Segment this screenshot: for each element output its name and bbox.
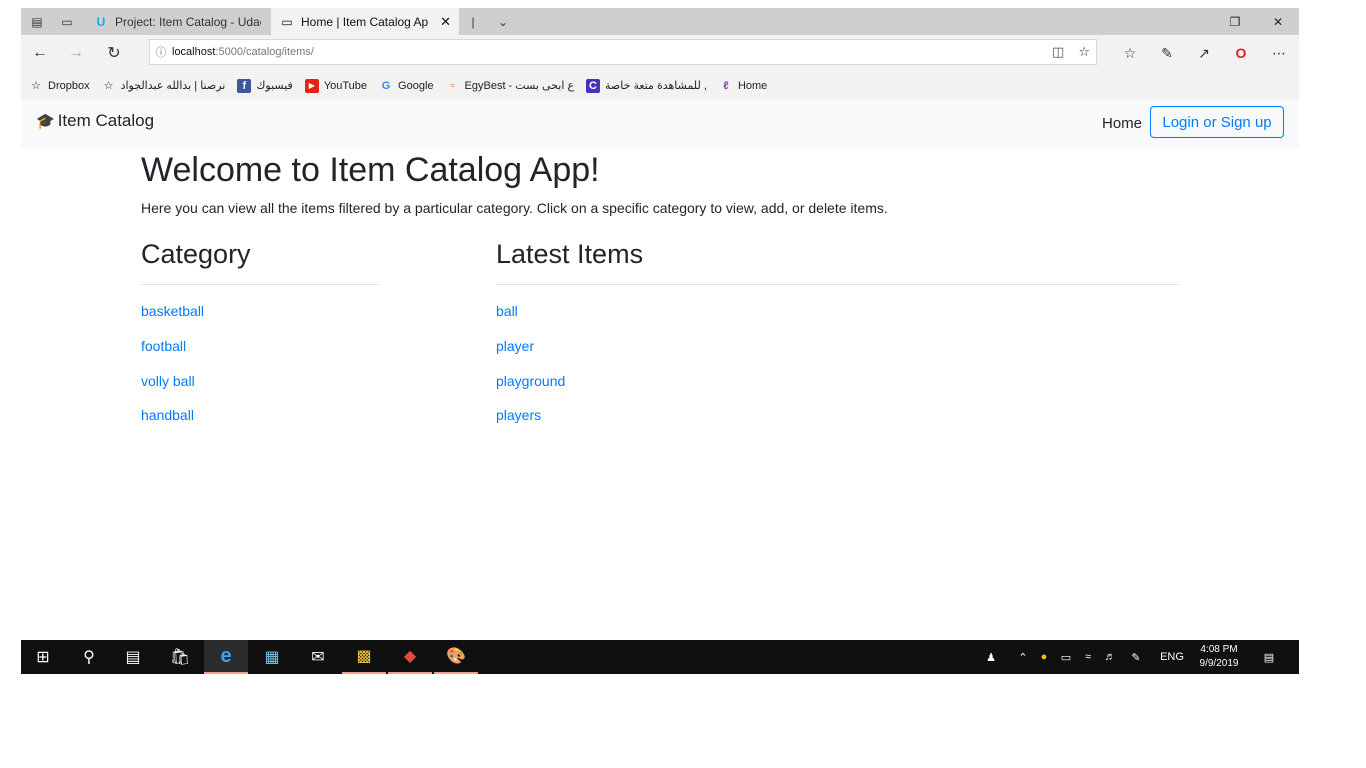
- volume-icon[interactable]: ♬: [1101, 640, 1119, 674]
- search-icon[interactable]: ⚲: [67, 640, 111, 674]
- google-icon: G: [381, 79, 391, 92]
- back-button[interactable]: ←: [25, 40, 55, 66]
- favorite-c[interactable]: C للمشاهدة متعة خاصة ,: [586, 78, 707, 93]
- category-link-handball[interactable]: handball: [141, 407, 194, 423]
- favorite-egybest[interactable]: ≈ EgyBest - ع ابحى بست: [446, 79, 575, 93]
- refresh-button[interactable]: ↻: [99, 40, 129, 66]
- wifi-icon[interactable]: ≈: [1079, 640, 1097, 674]
- info-icon[interactable]: ⓘ: [150, 44, 172, 60]
- page-icon: ▭: [281, 14, 293, 29]
- people-icon[interactable]: ♟: [979, 640, 1003, 674]
- facebook-icon: f: [237, 78, 252, 93]
- close-window-icon[interactable]: ✕: [1257, 8, 1299, 35]
- category-heading: Category: [141, 239, 251, 269]
- close-tab-icon[interactable]: ✕: [440, 14, 451, 30]
- new-tab-icon[interactable]: |: [461, 8, 485, 35]
- battery-icon[interactable]: ▭: [1057, 640, 1075, 674]
- pen-icon[interactable]: ✎: [1125, 640, 1147, 674]
- security-icon[interactable]: ●: [1035, 640, 1053, 674]
- favorite-label: Home: [737, 79, 768, 92]
- url-host: localhost: [172, 46, 216, 58]
- edge-icon[interactable]: e: [204, 640, 248, 674]
- item-link-players[interactable]: players: [496, 407, 541, 423]
- tab-title: Project: Item Catalog - Udac: [115, 14, 261, 29]
- latest-items-heading: Latest Items: [496, 239, 644, 269]
- home-bookmark-icon: ℓ: [723, 79, 729, 92]
- item-link-ball[interactable]: ball: [496, 303, 518, 319]
- share-icon[interactable]: ↗: [1190, 41, 1218, 65]
- tab-list-chevron-icon[interactable]: ⌄: [491, 8, 515, 35]
- opera-extension-icon[interactable]: O: [1227, 41, 1255, 65]
- tab-title: Home | Item Catalog Ap: [301, 14, 429, 29]
- clock-date: 9/9/2019: [1199, 658, 1239, 669]
- web-note-icon[interactable]: ✎: [1153, 41, 1181, 65]
- favorites-bar: ☆ Dropbox ☆ نرصنا | بدالله عبدالجواد f ف…: [21, 72, 1299, 99]
- file-explorer-icon[interactable]: ▩: [342, 640, 386, 674]
- outlook-icon[interactable]: ▦: [250, 640, 294, 674]
- set-aside-tabs-icon[interactable]: ▭: [55, 8, 79, 35]
- favorite-google[interactable]: G Google: [379, 79, 434, 93]
- brand-link[interactable]: 🎓 Item Catalog: [36, 111, 154, 131]
- reading-view-icon[interactable]: ◫: [1052, 44, 1064, 60]
- paint-icon[interactable]: 🎨: [434, 640, 478, 674]
- favorite-label: نرصنا | بدالله عبدالجواد: [120, 80, 226, 92]
- latest-items-divider: [496, 284, 1179, 285]
- action-center-icon[interactable]: ▤: [1257, 640, 1281, 674]
- language-indicator[interactable]: ENG: [1155, 640, 1189, 674]
- favorite-label: EgyBest - ع ابحى بست: [464, 80, 575, 92]
- favorites-hub-icon[interactable]: ☆: [1116, 41, 1144, 65]
- address-bar: ← → ↻ ⓘ localhost:5000/catalog/items/ ◫ …: [21, 35, 1299, 72]
- system-clock[interactable]: 4:08 PM 9/9/2019: [1193, 643, 1245, 671]
- item-link-playground[interactable]: playground: [496, 373, 565, 389]
- favorite-label: Google: [398, 79, 434, 92]
- graduation-cap-icon: 🎓: [36, 113, 55, 130]
- category-link-basketball[interactable]: basketball: [141, 303, 204, 319]
- chevron-up-icon[interactable]: ⌃: [1015, 640, 1031, 674]
- login-signup-button[interactable]: Login or Sign up: [1150, 106, 1284, 138]
- mail-icon[interactable]: ✉: [296, 640, 340, 674]
- url-path: :5000/catalog/items/: [215, 46, 314, 58]
- category-link-football[interactable]: football: [141, 338, 186, 354]
- favorite-star-icon[interactable]: ☆: [1078, 44, 1090, 60]
- nav-home-link[interactable]: Home: [1102, 115, 1142, 132]
- star-icon: ☆: [31, 79, 41, 92]
- favorite-label: فيسبوك: [256, 80, 293, 92]
- item-link-player[interactable]: player: [496, 338, 534, 354]
- forward-button[interactable]: →: [61, 40, 91, 66]
- browser-window: ▤ ▭ U Project: Item Catalog - Udac ▭ Hom…: [21, 8, 1299, 674]
- site-navbar: 🎓 Item Catalog Home Login or Sign up: [21, 99, 1299, 148]
- tab-item-catalog[interactable]: ▭ Home | Item Catalog Ap ✕: [271, 8, 459, 35]
- restore-window-icon[interactable]: ❐: [1214, 8, 1256, 35]
- page-description: Here you can view all the items filtered…: [141, 200, 888, 216]
- store-icon[interactable]: 🛍: [158, 640, 202, 674]
- windows-taskbar: ⊞ ⚲ ▤ 🛍 e ▦ ✉ ▩ ◆ 🎨 ♟ ⌃ ● ▭ ≈ ♬ ✎ ENG 4:…: [21, 640, 1299, 674]
- egybest-icon: ≈: [450, 80, 455, 90]
- favorite-label: Dropbox: [48, 79, 90, 92]
- git-icon[interactable]: ◆: [388, 640, 432, 674]
- url-input[interactable]: ⓘ localhost:5000/catalog/items/ ◫ ☆: [149, 39, 1097, 65]
- page-title: Welcome to Item Catalog App!: [141, 151, 600, 189]
- favorite-dropbox[interactable]: ☆ Dropbox: [29, 79, 90, 93]
- more-menu-icon[interactable]: ⋯: [1265, 41, 1293, 65]
- clock-time: 4:08 PM: [1200, 644, 1238, 655]
- tab-actions-icon[interactable]: ▤: [25, 8, 49, 35]
- category-link-volly-ball[interactable]: volly ball: [141, 373, 195, 389]
- favorite-arabic-1[interactable]: ☆ نرصنا | بدالله عبدالجواد: [102, 79, 226, 93]
- favorite-label: للمشاهدة متعة خاصة ,: [605, 80, 707, 92]
- category-divider: [141, 284, 379, 285]
- c-icon: C: [586, 78, 601, 93]
- favorite-facebook[interactable]: f فيسبوك: [237, 78, 293, 93]
- brand-text: Item Catalog: [57, 111, 155, 130]
- udacity-icon: U: [96, 14, 106, 29]
- tab-bar: ▤ ▭ U Project: Item Catalog - Udac ▭ Hom…: [21, 8, 1299, 35]
- star-icon: ☆: [103, 79, 114, 92]
- task-view-icon[interactable]: ▤: [111, 640, 155, 674]
- favorite-youtube[interactable]: ▶ YouTube: [304, 78, 368, 93]
- windows-start-icon[interactable]: ⊞: [21, 640, 65, 674]
- youtube-icon: ▶: [304, 78, 319, 93]
- tab-udacity[interactable]: U Project: Item Catalog - Udac: [85, 8, 269, 35]
- favorite-label: YouTube: [323, 79, 368, 92]
- favorite-home[interactable]: ℓ Home: [719, 79, 767, 93]
